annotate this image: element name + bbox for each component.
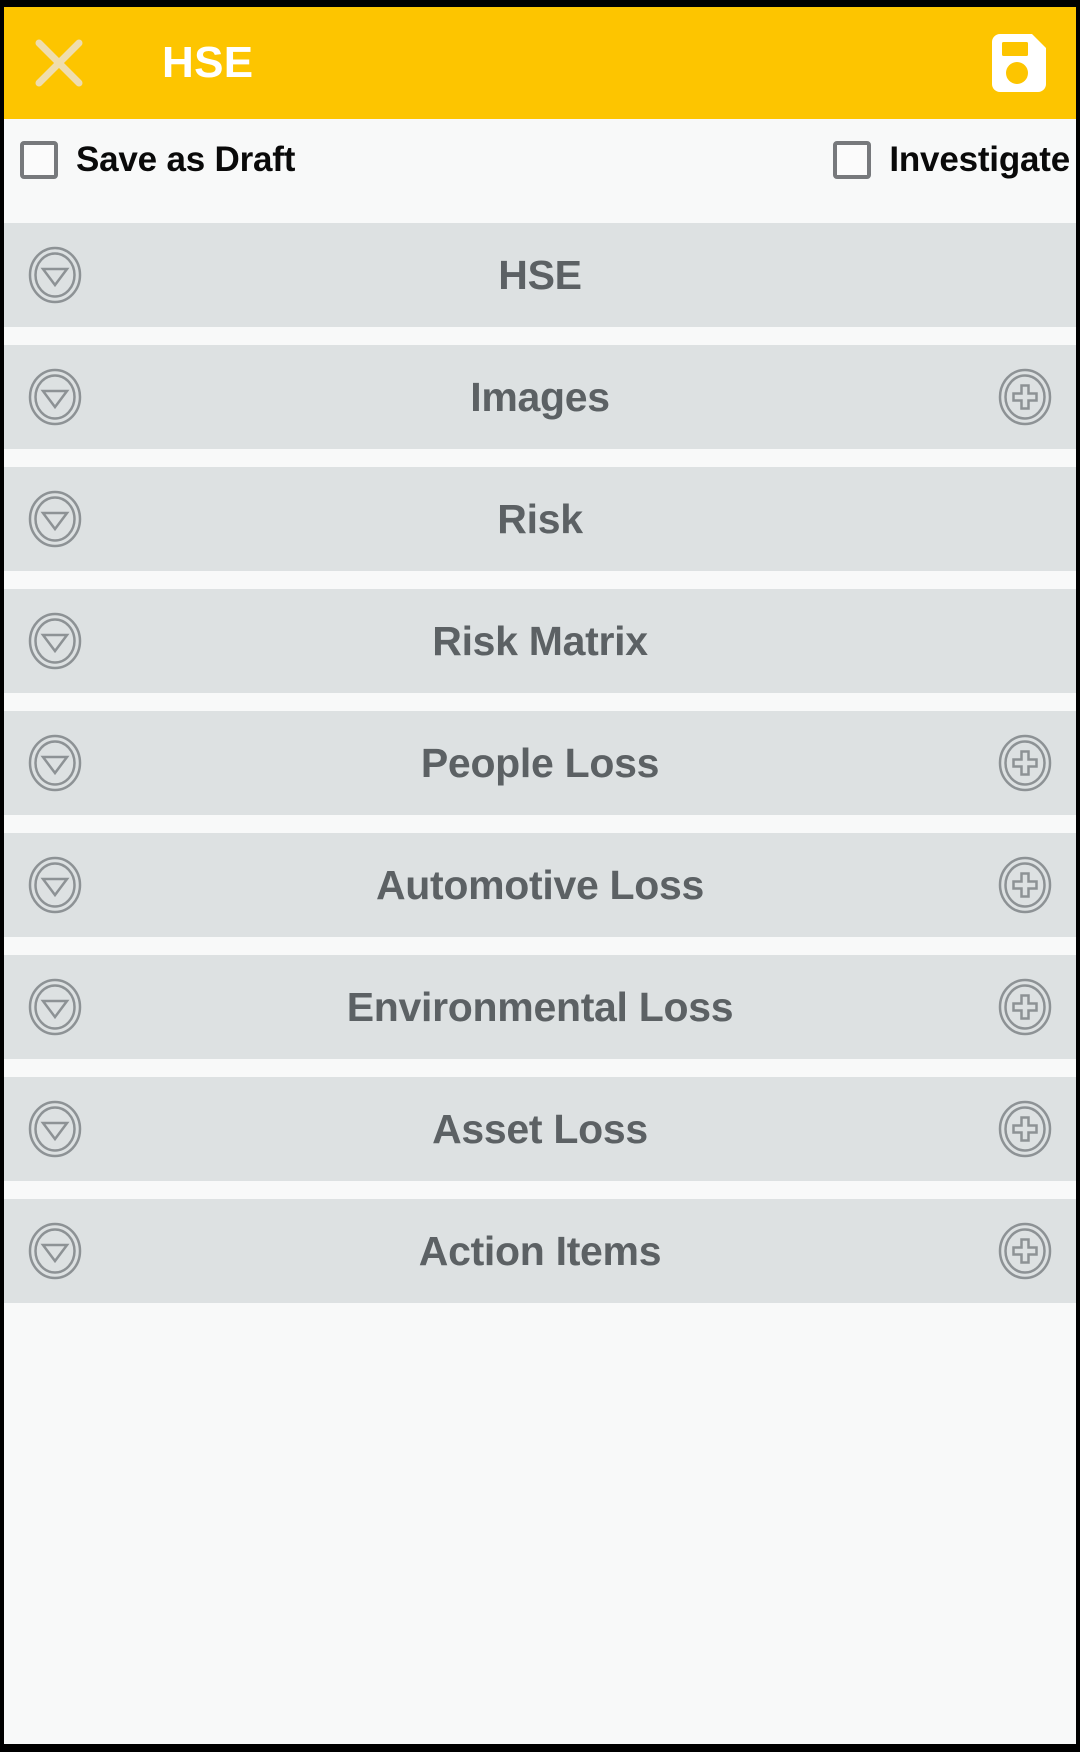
chevron-down-circle-icon <box>27 367 83 427</box>
section-add-button[interactable] <box>996 366 1054 428</box>
section-row[interactable]: Risk <box>4 467 1076 571</box>
app-bar: HSE <box>4 7 1076 119</box>
chevron-down-circle-icon <box>27 489 83 549</box>
section-add-button[interactable] <box>996 1098 1054 1160</box>
section-title: HSE <box>498 251 582 298</box>
screen-right-bezel <box>1076 0 1080 1752</box>
section-collapse-toggle[interactable] <box>26 366 84 428</box>
close-x-icon <box>28 32 90 94</box>
section-title: Action Items <box>418 1227 662 1274</box>
section-row[interactable]: Environmental Loss <box>4 955 1076 1059</box>
plus-circle-icon <box>997 733 1053 793</box>
save-as-draft-checkbox-group[interactable]: Save as Draft <box>20 140 295 180</box>
section-collapse-toggle[interactable] <box>26 244 84 306</box>
app-viewport: HSE Save as Draft Investigate HSE Images… <box>4 7 1076 1744</box>
chevron-down-circle-icon <box>27 245 83 305</box>
save-as-draft-checkbox[interactable] <box>20 141 58 179</box>
section-row[interactable]: People Loss <box>4 711 1076 815</box>
section-collapse-toggle[interactable] <box>26 610 84 672</box>
section-title: Risk <box>497 495 583 542</box>
options-bar: Save as Draft Investigate <box>4 119 1076 201</box>
chevron-down-circle-icon <box>27 1099 83 1159</box>
section-add-button[interactable] <box>996 854 1054 916</box>
list-empty-area <box>4 1321 1076 1741</box>
section-row[interactable]: Action Items <box>4 1199 1076 1303</box>
investigate-checkbox-group[interactable]: Investigate <box>833 140 1070 180</box>
section-row[interactable]: Asset Loss <box>4 1077 1076 1181</box>
plus-circle-icon <box>997 977 1053 1037</box>
investigate-checkbox[interactable] <box>833 141 872 179</box>
section-collapse-toggle[interactable] <box>26 488 84 550</box>
plus-circle-icon <box>997 855 1053 915</box>
investigate-label: Investigate <box>889 140 1070 179</box>
section-collapse-toggle[interactable] <box>26 1098 84 1160</box>
section-title: Risk Matrix <box>432 617 648 664</box>
save-as-draft-label: Save as Draft <box>76 140 296 179</box>
section-title: Asset Loss <box>432 1105 648 1152</box>
page-title: HSE <box>162 38 254 87</box>
chevron-down-circle-icon <box>27 733 83 793</box>
section-row[interactable]: Images <box>4 345 1076 449</box>
screen-top-bezel <box>0 0 1080 7</box>
section-add-button[interactable] <box>996 976 1054 1038</box>
save-floppy-disk-icon <box>980 26 1054 100</box>
section-collapse-toggle[interactable] <box>26 854 84 916</box>
section-add-button[interactable] <box>996 732 1054 794</box>
section-title: People Loss <box>420 739 660 786</box>
chevron-down-circle-icon <box>27 1221 83 1281</box>
device-screen: HSE Save as Draft Investigate HSE Images… <box>0 0 1080 1752</box>
screen-left-bezel <box>0 0 4 1752</box>
section-title: Images <box>470 373 610 420</box>
section-list: HSE Images Risk Risk Matrix People Loss … <box>4 201 1076 1303</box>
save-button[interactable] <box>980 26 1054 100</box>
section-title: Environmental Loss <box>346 983 734 1030</box>
section-collapse-toggle[interactable] <box>26 976 84 1038</box>
section-collapse-toggle[interactable] <box>26 1220 84 1282</box>
section-row[interactable]: Risk Matrix <box>4 589 1076 693</box>
close-button[interactable] <box>28 32 90 94</box>
chevron-down-circle-icon <box>27 855 83 915</box>
chevron-down-circle-icon <box>27 977 83 1037</box>
section-collapse-toggle[interactable] <box>26 732 84 794</box>
section-row[interactable]: HSE <box>4 223 1076 327</box>
section-row[interactable]: Automotive Loss <box>4 833 1076 937</box>
plus-circle-icon <box>997 1221 1053 1281</box>
plus-circle-icon <box>997 367 1053 427</box>
section-title: Automotive Loss <box>375 861 705 908</box>
chevron-down-circle-icon <box>27 611 83 671</box>
screen-bottom-bezel <box>0 1744 1080 1752</box>
section-add-button[interactable] <box>996 1220 1054 1282</box>
plus-circle-icon <box>997 1099 1053 1159</box>
